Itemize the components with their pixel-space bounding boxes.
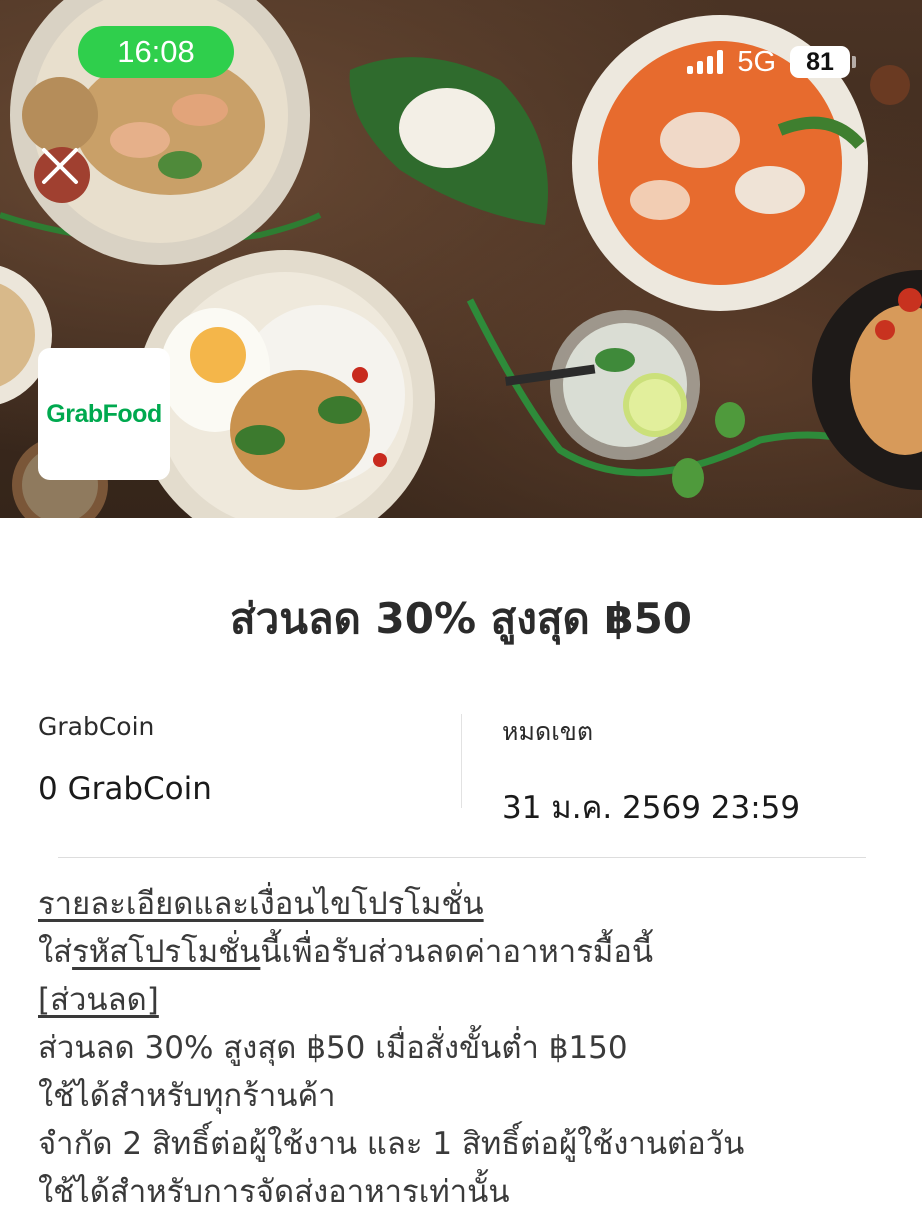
promo-title: ส่วนลด 30% สูงสุด ฿50 <box>229 594 693 643</box>
cost-info: GrabCoin 0 GrabCoin <box>38 712 212 807</box>
battery-level: 81 <box>790 46 850 78</box>
cost-label: GrabCoin <box>38 712 155 741</box>
details-line-2: ส่วนลด 30% สูงสุด ฿50 เมื่อสั่งขั้นต่ำ ฿… <box>38 1030 628 1066</box>
expiry-value: 31 ม.ค. 2569 23:59 <box>502 790 801 826</box>
promo-code-link[interactable]: รหัสโปรโมชั่น <box>72 934 260 970</box>
details-heading-link[interactable]: รายละเอียดและเงื่อนไขโปรโมชั่น <box>38 886 484 922</box>
network-label: 5G <box>737 45 776 78</box>
details-line-3: ใช้ได้สำหรับทุกร้านค้า <box>38 1078 336 1114</box>
section-divider <box>58 857 866 858</box>
expiry-info: หมดเขต 31 ม.ค. 2569 23:59 <box>502 712 800 832</box>
status-time: 16:08 <box>78 26 234 78</box>
status-indicators: 5G 81 <box>687 44 856 80</box>
grabfood-logo-text: GrabFood <box>46 399 162 428</box>
close-button[interactable] <box>34 140 86 192</box>
discount-tag-link[interactable]: [ส่วนลด] <box>38 982 159 1018</box>
details-line-5: ใช้ได้สำหรับการจัดส่งอาหารเท่านั้น <box>38 1174 510 1210</box>
hero-banner: 16:08 5G 81 GrabFood <box>0 0 922 518</box>
signal-icon <box>687 50 724 74</box>
promo-details: รายละเอียดและเงื่อนไขโปรโมชั่น ใส่รหัสโป… <box>38 880 898 1216</box>
details-line-4: จำกัด 2 สิทธิ์ต่อผู้ใช้งาน และ 1 สิทธิ์ต… <box>38 1126 745 1162</box>
close-icon <box>42 148 78 184</box>
expiry-label: หมดเขต <box>502 717 594 746</box>
details-line-1: ใส่รหัสโปรโมชั่นนี้เพื่อรับส่วนลดค่าอาหา… <box>38 934 654 970</box>
battery-icon: 81 <box>790 46 856 78</box>
merchant-logo: GrabFood <box>38 348 170 480</box>
cost-value: 0 GrabCoin <box>38 771 212 807</box>
info-divider <box>461 714 462 808</box>
